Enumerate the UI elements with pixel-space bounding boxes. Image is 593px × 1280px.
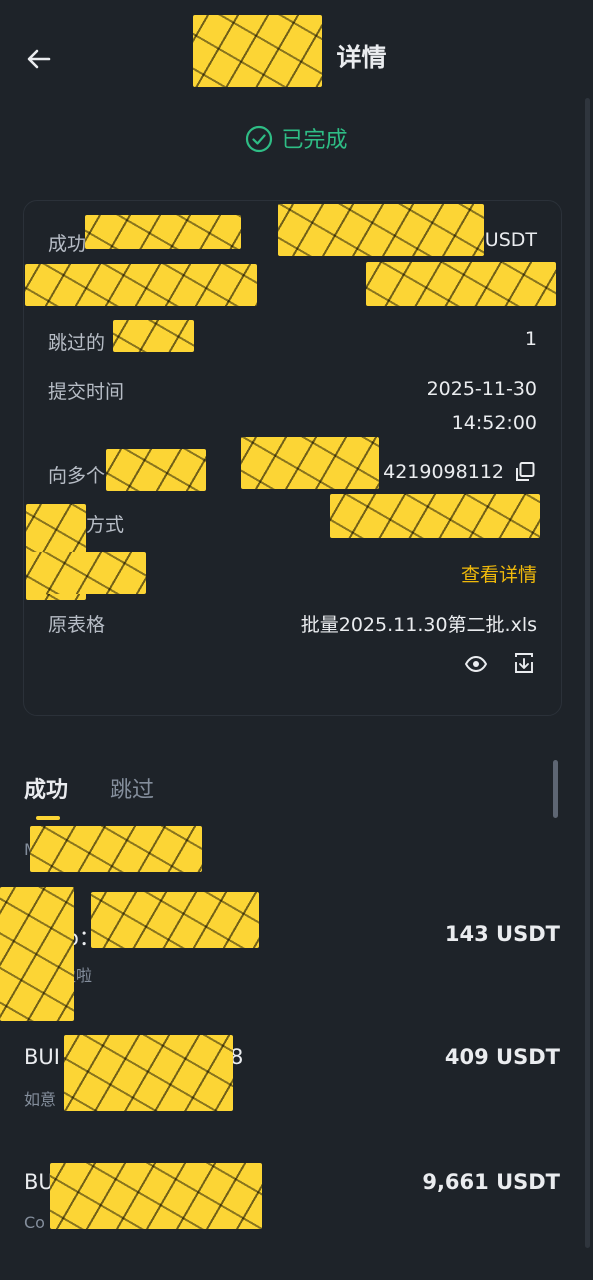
check-circle-icon [246, 125, 273, 153]
redacted-area [241, 437, 379, 489]
eye-icon [464, 656, 488, 672]
page-title-text: 详情 [336, 43, 387, 72]
redacted-area [50, 1163, 262, 1229]
page-scrollbar[interactable] [585, 98, 590, 1248]
redacted-area [30, 826, 202, 872]
submit-time-label: 提交时间 [48, 381, 125, 403]
redacted-area [91, 892, 259, 948]
copy-button[interactable] [513, 460, 537, 488]
multi-value: 4219098112 [383, 461, 504, 483]
redacted-area [193, 15, 322, 87]
redacted-area [278, 204, 484, 256]
row-2-sub: 如意 [24, 1090, 57, 1109]
success-label: 成功 [48, 233, 87, 255]
redacted-area [64, 1035, 233, 1111]
redacted-area [85, 215, 241, 249]
submit-clock: 14:52:00 [451, 412, 537, 434]
redacted-area [113, 320, 194, 352]
status-text: 已完成 [281, 128, 348, 153]
redacted-area [366, 262, 556, 306]
tab-skipped[interactable]: 跳过 [110, 772, 154, 804]
list-scrollbar[interactable] [553, 760, 558, 818]
method-label: 方式 [86, 514, 125, 536]
tab-indicator [36, 816, 60, 820]
preview-button[interactable] [464, 652, 488, 680]
redacted-area [330, 494, 540, 538]
sheet-name: 批量2025.11.30第二批.xls [300, 614, 537, 636]
skipped-value: 1 [524, 328, 537, 350]
sheet-label: 原表格 [48, 614, 106, 636]
redacted-area [25, 264, 257, 306]
copy-icon [516, 462, 535, 481]
row-2-amount: 409 USDT [444, 1045, 560, 1069]
view-details-link[interactable]: 查看详情 [461, 560, 537, 587]
success-value: USDT [484, 229, 537, 251]
row-2-name: BUI [24, 1045, 60, 1069]
row-1-amount: 143 USDT [444, 922, 560, 946]
skipped-label: 跳过的 [48, 332, 106, 354]
row-3-amount: 9,661 USDT [422, 1170, 560, 1194]
download-button[interactable] [512, 651, 536, 679]
redacted-area [106, 449, 206, 491]
row-3-sub: Co [24, 1213, 45, 1232]
status-completed: 已完成 [0, 122, 593, 154]
submit-date: 2025-11-30 [426, 378, 537, 400]
tab-success[interactable]: 成功 [24, 772, 68, 804]
download-icon [515, 653, 533, 673]
redacted-area [26, 552, 146, 594]
multi-label: 向多个 [48, 465, 106, 487]
redacted-area [0, 887, 74, 1021]
